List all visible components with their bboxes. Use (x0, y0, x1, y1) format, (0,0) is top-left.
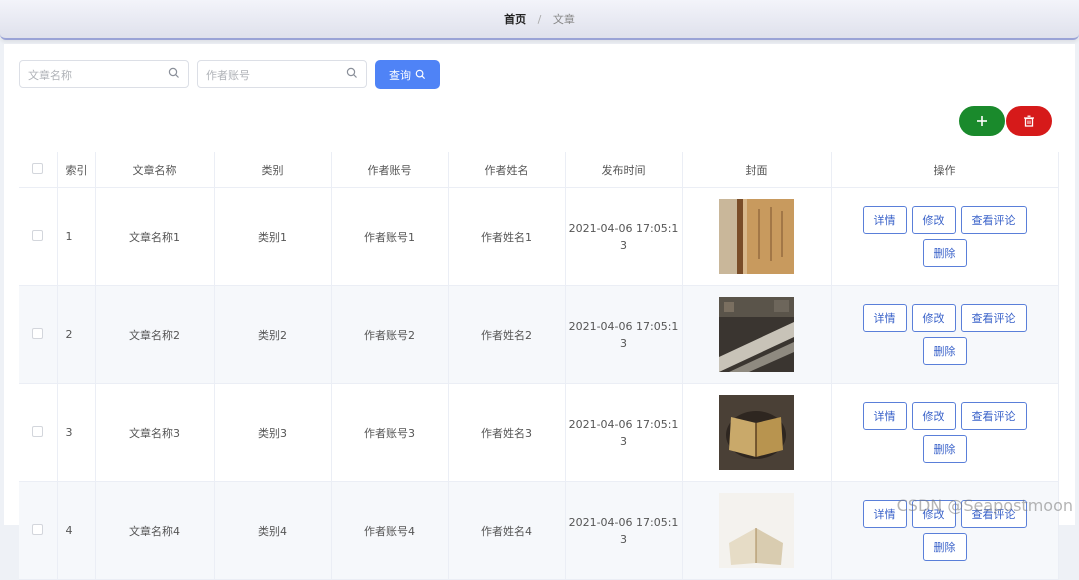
time-line-2: 3 (620, 238, 627, 252)
search-icon[interactable] (168, 67, 180, 79)
row-index: 1 (57, 187, 96, 286)
breadcrumb-separator: / (537, 13, 542, 26)
row-title: 文章名称2 (95, 285, 215, 384)
header-cover: 封面 (682, 152, 832, 188)
breadcrumb-home[interactable]: 首页 (504, 13, 526, 26)
row-account: 作者账号1 (331, 187, 449, 286)
row-actions-cell: 详情 修改 查看评论 删除 (831, 187, 1059, 286)
row-publish-time: 2021-04-06 17:05:1 3 (565, 187, 683, 286)
row-author: 作者姓名2 (448, 285, 566, 384)
row-publish-time: 2021-04-06 17:05:1 3 (565, 285, 683, 384)
query-button[interactable]: 查询 (375, 60, 440, 89)
row-checkbox[interactable] (32, 229, 44, 241)
view-comments-button[interactable]: 查看评论 (960, 304, 1027, 332)
row-select-cell (19, 383, 58, 482)
view-comments-button[interactable]: 查看评论 (960, 402, 1027, 430)
trash-icon (1024, 115, 1034, 127)
row-category: 类别3 (214, 383, 332, 482)
title-search-box (19, 60, 189, 89)
delete-button[interactable]: 删除 (922, 239, 967, 267)
cover-image (719, 297, 794, 372)
view-comments-button[interactable]: 查看评论 (960, 206, 1027, 234)
cover-image (719, 199, 794, 274)
header-account: 作者账号 (331, 152, 449, 188)
row-category: 类别2 (214, 285, 332, 384)
header-actions: 操作 (831, 152, 1059, 188)
row-checkbox[interactable] (32, 523, 44, 535)
row-author: 作者姓名1 (448, 187, 566, 286)
row-title: 文章名称3 (95, 383, 215, 482)
row-index: 3 (57, 383, 96, 482)
edit-button[interactable]: 修改 (911, 206, 956, 234)
select-all-cell (19, 152, 58, 188)
row-select-cell (19, 481, 58, 580)
plus-icon (977, 116, 987, 126)
batch-delete-button[interactable] (1006, 106, 1052, 136)
row-author: 作者姓名3 (448, 383, 566, 482)
time-line-1: 2021-04-06 17:05:1 (568, 319, 679, 333)
title-search-input[interactable] (26, 61, 170, 89)
detail-button[interactable]: 详情 (862, 304, 907, 332)
row-account: 作者账号2 (331, 285, 449, 384)
time-line-1: 2021-04-06 17:05:1 (568, 221, 679, 235)
select-all-checkbox[interactable] (32, 162, 44, 174)
search-icon[interactable] (346, 67, 358, 79)
row-title: 文章名称1 (95, 187, 215, 286)
main-panel: 查询 索引 文章名称 类别 作者账号 作者姓名 发布时间 封面 操作 (4, 44, 1075, 580)
row-category: 类别4 (214, 481, 332, 580)
row-account: 作者账号3 (331, 383, 449, 482)
row-cover-cell (682, 187, 832, 286)
row-cover-cell (682, 383, 832, 482)
breadcrumb-current: 文章 (552, 13, 575, 26)
query-label: 查询 (389, 68, 411, 82)
account-search-box (197, 60, 367, 89)
row-cover-cell (682, 285, 832, 384)
row-actions-cell: 详情 修改 查看评论 删除 (831, 383, 1059, 482)
table-header-row: 索引 文章名称 类别 作者账号 作者姓名 发布时间 封面 操作 (19, 152, 1059, 188)
time-line-1: 2021-04-06 17:05:1 (568, 417, 679, 431)
row-select-cell (19, 285, 58, 384)
header-title: 文章名称 (95, 152, 215, 188)
delete-button[interactable]: 删除 (922, 337, 967, 365)
time-line-2: 3 (620, 336, 627, 350)
delete-button[interactable]: 删除 (922, 435, 967, 463)
header-category: 类别 (214, 152, 332, 188)
watermark: CSDN @Seapostmoon (896, 496, 1073, 515)
search-icon (415, 69, 426, 80)
row-account: 作者账号4 (331, 481, 449, 580)
row-author: 作者姓名4 (448, 481, 566, 580)
header-publish-time: 发布时间 (565, 152, 683, 188)
table-row: 1 文章名称1 类别1 作者账号1 作者姓名1 2021-04-06 17:05… (19, 187, 1059, 286)
row-publish-time: 2021-04-06 17:05:1 3 (565, 383, 683, 482)
row-checkbox[interactable] (32, 327, 44, 339)
header-index: 索引 (57, 152, 96, 188)
account-search-input[interactable] (204, 61, 348, 89)
cover-image (719, 493, 794, 568)
row-actions-cell: 详情 修改 查看评论 删除 (831, 285, 1059, 384)
detail-button[interactable]: 详情 (862, 206, 907, 234)
edit-button[interactable]: 修改 (911, 304, 956, 332)
row-checkbox[interactable] (32, 425, 44, 437)
edit-button[interactable]: 修改 (911, 402, 956, 430)
time-line-2: 3 (620, 532, 627, 546)
row-publish-time: 2021-04-06 17:05:1 3 (565, 481, 683, 580)
row-title: 文章名称4 (95, 481, 215, 580)
time-line-1: 2021-04-06 17:05:1 (568, 515, 679, 529)
row-select-cell (19, 187, 58, 286)
article-table: 索引 文章名称 类别 作者账号 作者姓名 发布时间 封面 操作 1 文章名称1 … (19, 152, 1059, 580)
delete-button[interactable]: 删除 (922, 533, 967, 561)
row-index: 4 (57, 481, 96, 580)
row-cover-cell (682, 481, 832, 580)
breadcrumb: 首页 / 文章 (0, 11, 1079, 27)
detail-button[interactable]: 详情 (862, 402, 907, 430)
header-author: 作者姓名 (448, 152, 566, 188)
table-row: 3 文章名称3 类别3 作者账号3 作者姓名3 2021-04-06 17:05… (19, 383, 1059, 482)
top-header: 首页 / 文章 (0, 0, 1079, 40)
row-category: 类别1 (214, 187, 332, 286)
time-line-2: 3 (620, 434, 627, 448)
cover-image (719, 395, 794, 470)
row-index: 2 (57, 285, 96, 384)
table-row: 2 文章名称2 类别2 作者账号2 作者姓名2 2021-04-06 17:05… (19, 285, 1059, 384)
add-button[interactable] (959, 106, 1005, 136)
